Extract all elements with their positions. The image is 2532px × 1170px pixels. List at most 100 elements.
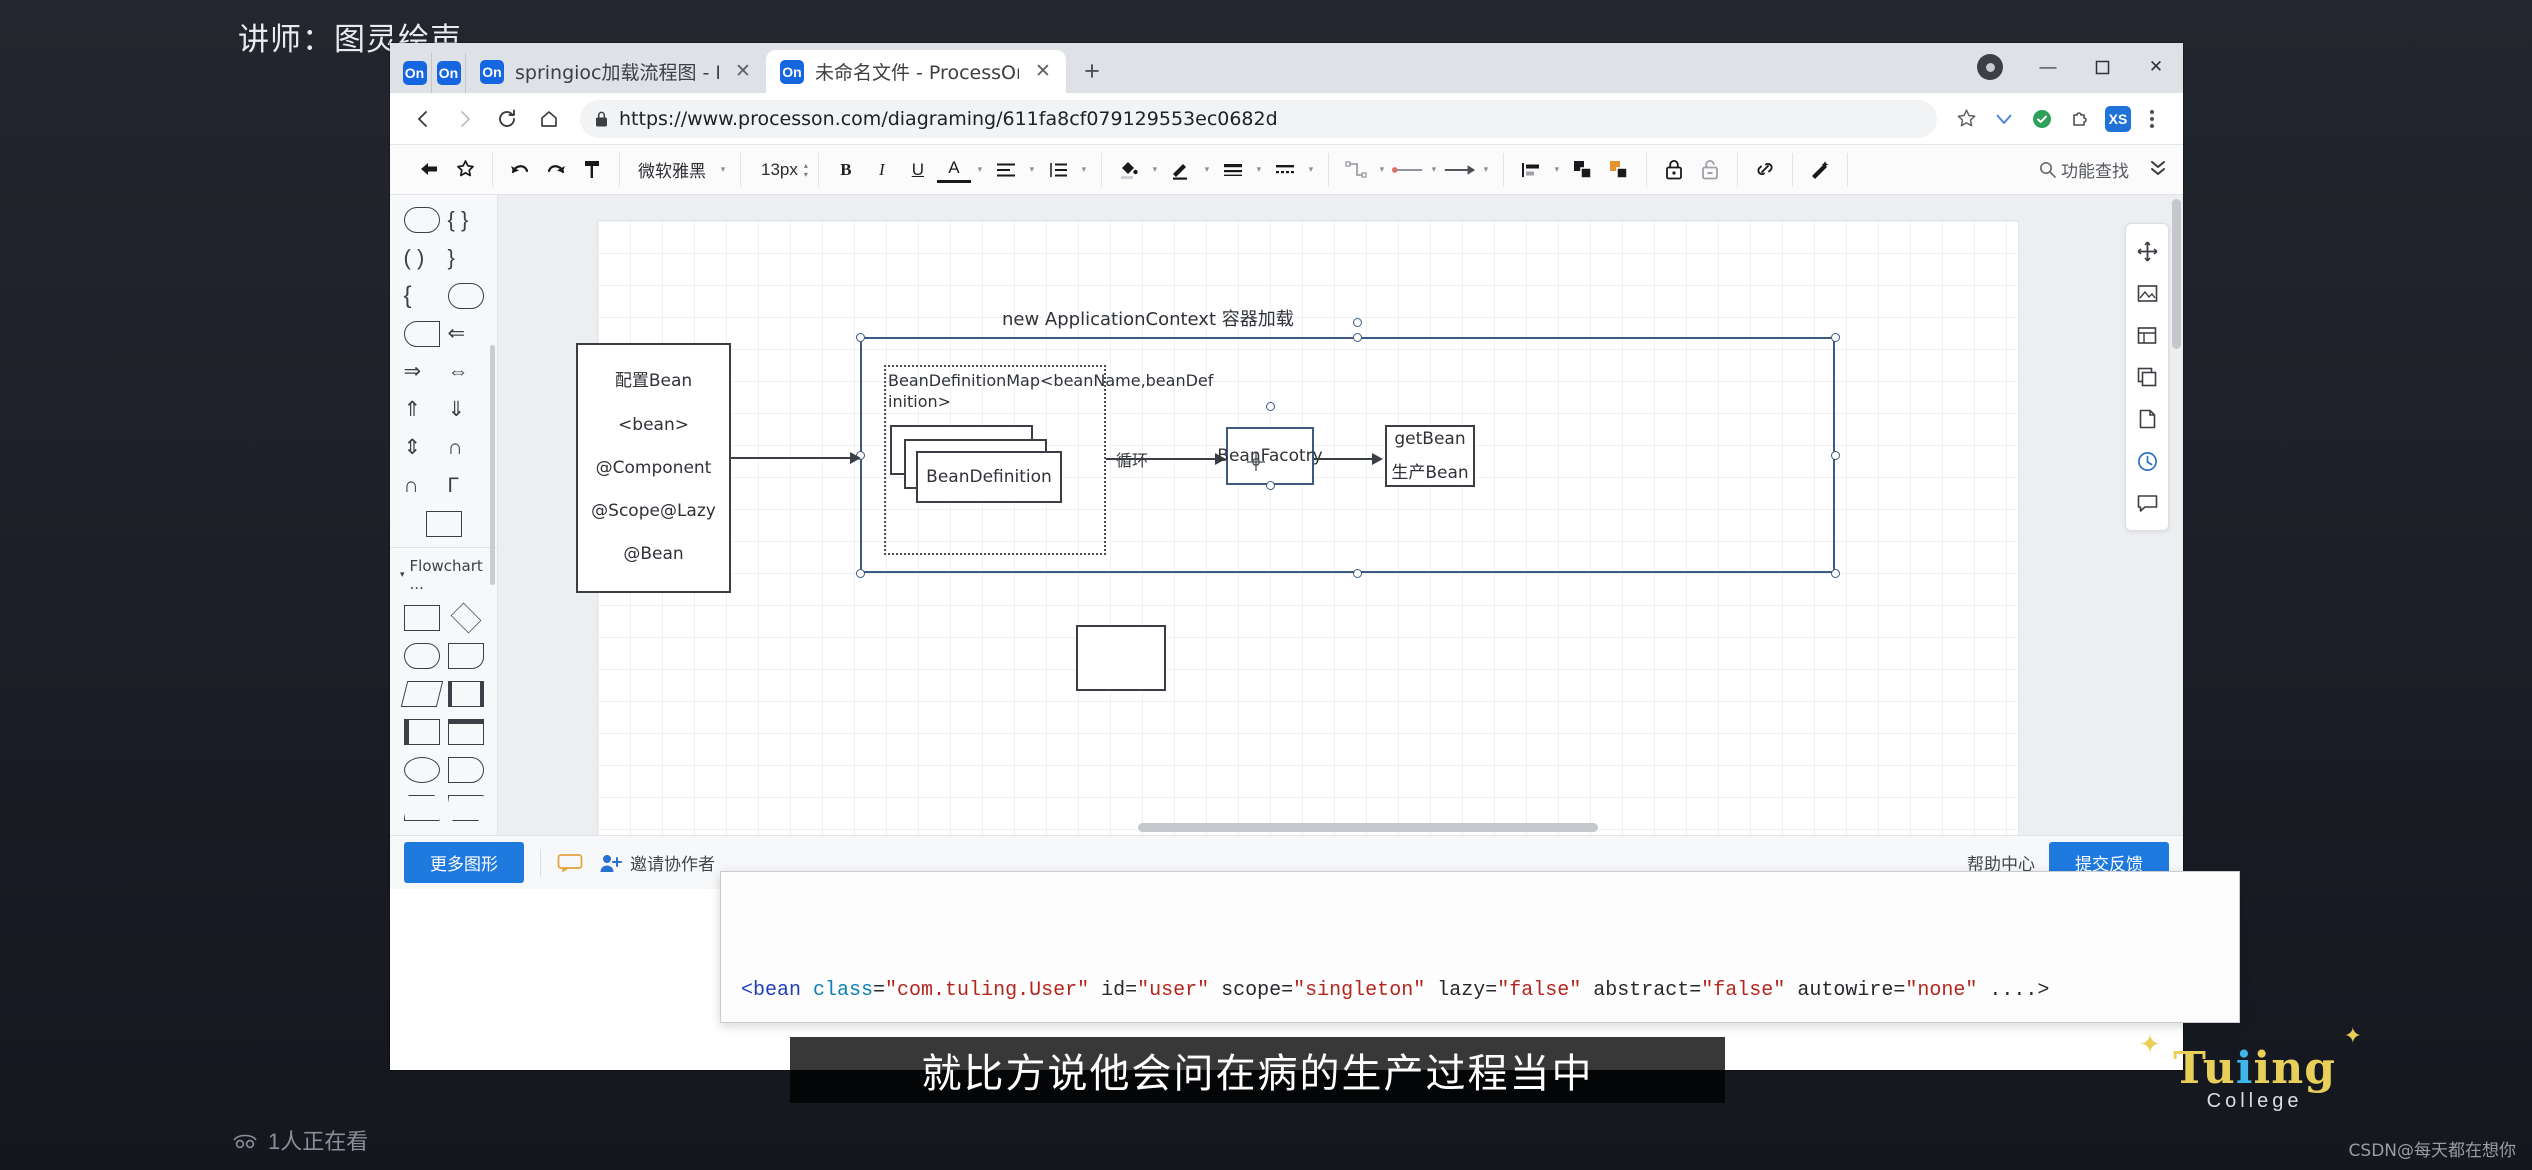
palette-row[interactable]: { [390, 277, 497, 315]
insert-link-button[interactable] [1748, 154, 1782, 186]
node-config-bean[interactable]: 配置Bean <bean> @Component @Scope@Lazy @Be… [576, 343, 731, 593]
shape-bigbrace-icon[interactable]: { [404, 283, 440, 309]
magic-wand-button[interactable] [1803, 154, 1837, 186]
url-bar[interactable]: https://www.processon.com/diagraming/611… [580, 99, 1937, 138]
chevron-down-icon[interactable]: ▾ [1200, 154, 1214, 186]
fill-color-button[interactable] [1112, 154, 1146, 186]
layers-icon[interactable] [2127, 356, 2167, 398]
connector-factory-to-getbean[interactable] [1314, 458, 1376, 460]
navigator-icon[interactable] [2127, 230, 2167, 272]
node-beanfactory[interactable]: BeanFacotry [1217, 427, 1323, 485]
shape-arc2-icon[interactable]: ∩ [404, 473, 440, 499]
shape-rounded-icon[interactable] [403, 207, 440, 233]
new-tab-button[interactable]: + [1072, 51, 1112, 91]
diagram-title-label[interactable]: new ApplicationContext 容器加载 [1002, 305, 1294, 331]
expand-toolbar-button[interactable] [2147, 156, 2169, 183]
chevron-down-icon[interactable]: ▾ [1427, 154, 1441, 186]
resize-handle[interactable] [1831, 451, 1840, 460]
shape-arrow-down-icon[interactable]: ⇓ [448, 397, 484, 423]
pinned-tab-2[interactable]: On [432, 53, 466, 93]
palette-row[interactable]: ⇑ ⇓ [390, 391, 497, 429]
palette-row[interactable]: ∩ Γ [390, 467, 497, 505]
connector-type-button[interactable] [1339, 154, 1373, 186]
font-color-button[interactable]: A [936, 157, 971, 183]
translate-icon[interactable] [1987, 102, 2021, 136]
shape-data-icon[interactable] [400, 681, 443, 707]
resize-handle[interactable] [1831, 333, 1840, 342]
palette-row[interactable]: ⇐ [390, 315, 497, 353]
chevron-down-icon[interactable]: ▾ [973, 154, 987, 186]
chevron-down-icon[interactable]: ▾ [1479, 154, 1493, 186]
bring-front-button[interactable] [1566, 154, 1600, 186]
canvas-vertical-scrollbar[interactable] [2172, 199, 2181, 349]
send-back-button[interactable] [1602, 154, 1636, 186]
chevron-down-icon[interactable]: ▾ [1304, 154, 1318, 186]
line-end-button[interactable] [1443, 154, 1477, 186]
pinned-tab-1[interactable]: On [398, 53, 432, 93]
shape-terminator-icon[interactable] [403, 643, 440, 669]
font-size-value[interactable]: 13px [751, 160, 802, 180]
resize-handle[interactable] [1353, 569, 1362, 578]
chevron-down-icon[interactable]: ▾ [1148, 154, 1162, 186]
line-start-button[interactable] [1391, 154, 1425, 186]
connector-map-to-factory[interactable] [1106, 458, 1219, 460]
profile-dot-icon[interactable] [1977, 54, 2003, 80]
shape-palette[interactable]: { } ( ) } { ⇐ ⇒ ⇔ ⇑ ⇓ ⇕ ∩ ∩ Γ ▾ Flowchar… [390, 195, 498, 835]
shape-arrow-lr-icon[interactable]: ⇔ [448, 359, 484, 385]
shape-corner-icon[interactable]: Γ [448, 473, 484, 499]
line-style-button[interactable] [1268, 154, 1302, 186]
shape-decision-icon[interactable] [450, 602, 481, 634]
palette-row[interactable]: ⇕ ∩ [390, 429, 497, 467]
browser-tab-untitled[interactable]: On 未命名文件 - ProcessOn ✕ [766, 50, 1066, 93]
back-button[interactable] [404, 100, 442, 138]
shape-paren-icon[interactable]: ( ) [404, 245, 440, 271]
chevron-down-icon[interactable]: ▾ [1025, 154, 1039, 186]
palette-row[interactable] [390, 751, 497, 789]
more-shapes-button[interactable]: 更多图形 [404, 842, 524, 883]
node-below-partial[interactable] [1076, 625, 1166, 691]
minimize-button[interactable]: — [2021, 47, 2075, 87]
browser-tab-springioc[interactable]: On springioc加载流程图 - ProcessC ✕ [466, 50, 766, 93]
palette-row[interactable] [390, 789, 497, 827]
shape-arrow-up-icon[interactable]: ⇑ [404, 397, 440, 423]
chevron-down-icon[interactable]: ▾ [1252, 154, 1266, 186]
format-painter-button[interactable] [575, 154, 609, 186]
shape-internalstore-icon[interactable] [447, 719, 484, 745]
bookmark-star-icon[interactable] [1949, 102, 1983, 136]
chevron-down-icon[interactable]: ▾ [716, 154, 730, 186]
font-size-stepper[interactable]: ▴ ▾ [804, 161, 808, 178]
resize-handle[interactable] [1353, 333, 1362, 342]
canvas-horizontal-scrollbar[interactable] [1138, 823, 1598, 832]
close-window-button[interactable]: ✕ [2129, 47, 2183, 87]
shape-arrow-left-icon[interactable]: ⇐ [448, 321, 484, 347]
shape-brace-icon[interactable]: { } [448, 207, 484, 233]
browser-menu-icon[interactable] [2135, 102, 2169, 136]
align-button[interactable] [989, 154, 1023, 186]
shape-connector-icon[interactable] [403, 757, 440, 783]
extensions-puzzle-icon[interactable] [2063, 102, 2097, 136]
shape-process-icon[interactable] [403, 605, 440, 631]
shape-trapezoid2-icon[interactable] [447, 795, 484, 821]
shape-dcircle-icon[interactable] [403, 321, 440, 347]
resize-handle[interactable] [1831, 569, 1840, 578]
shape-document-icon[interactable] [447, 643, 484, 669]
node-beandefinition-front[interactable]: BeanDefinition [916, 451, 1062, 503]
palette-section-flowchart[interactable]: ▾ Flowchart ... [390, 547, 497, 599]
shape-arrow-ud-icon[interactable]: ⇕ [404, 435, 440, 461]
page-icon[interactable] [2127, 398, 2167, 440]
palette-row[interactable] [390, 637, 497, 675]
forward-button[interactable] [446, 100, 484, 138]
feature-search-button[interactable]: 功能查找 [2039, 157, 2129, 182]
chevron-down-icon[interactable]: ▾ [1077, 154, 1091, 186]
resize-handle[interactable] [856, 333, 865, 342]
line-color-button[interactable] [1164, 154, 1198, 186]
node-getbean[interactable]: getBean 生产Bean [1385, 425, 1475, 487]
redo-button[interactable] [539, 154, 573, 186]
font-family-value[interactable]: 微软雅黑 [630, 157, 714, 182]
history-icon[interactable] [2127, 440, 2167, 482]
align-objects-button[interactable] [1514, 154, 1548, 186]
resize-handle[interactable] [1266, 481, 1275, 490]
palette-row[interactable] [390, 675, 497, 713]
line-spacing-button[interactable] [1041, 154, 1075, 186]
resize-handle[interactable] [1266, 402, 1275, 411]
